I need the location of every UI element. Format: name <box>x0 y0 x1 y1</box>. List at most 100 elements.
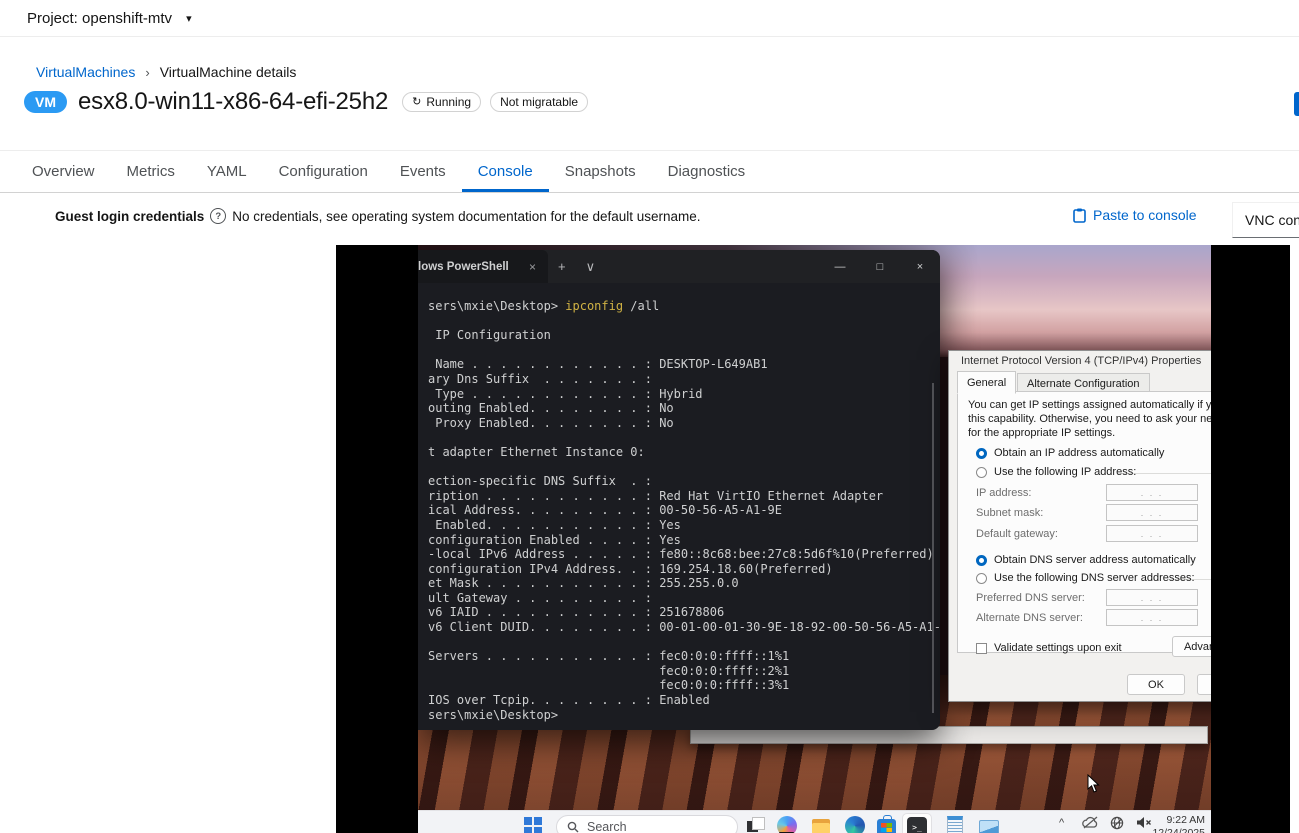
terminal-taskbar-button-active[interactable]: >_ <box>902 813 932 833</box>
minimize-button[interactable]: — <box>820 250 860 283</box>
breadcrumb: VirtualMachines › VirtualMachine details <box>36 64 296 80</box>
validate-settings-checkbox[interactable]: Validate settings upon exit <box>976 642 1122 654</box>
taskbar-search-box[interactable]: Search <box>556 815 738 833</box>
terminal-scrollbar[interactable] <box>932 383 934 713</box>
terminal-titlebar[interactable]: lows PowerShell × + ∨ — □ × <box>418 250 940 283</box>
default-gateway-input[interactable]: . . . <box>1106 525 1198 542</box>
console-type-value: VNC console <box>1245 212 1299 228</box>
tab-yaml[interactable]: YAML <box>191 151 263 192</box>
task-view-button[interactable] <box>744 815 766 833</box>
vm-details-page: Project: openshift-mtv ▾ VirtualMachines… <box>0 0 1299 833</box>
vm-screen[interactable]: lows PowerShell × + ∨ — □ × sers\mxie\De… <box>418 245 1211 833</box>
tab-close-icon[interactable]: × <box>525 260 540 274</box>
ip-address-label: IP address: <box>976 487 1032 499</box>
mouse-cursor <box>1087 773 1100 799</box>
tab-diagnostics[interactable]: Diagnostics <box>652 151 762 192</box>
radio-obtain-dns[interactable]: Obtain DNS server address automatically <box>976 554 1196 566</box>
start-button[interactable] <box>522 815 544 833</box>
maximize-button[interactable]: □ <box>860 250 900 283</box>
radio-obtain-ip[interactable]: Obtain an IP address automatically <box>976 447 1164 459</box>
copilot-icon: M365 <box>777 816 797 833</box>
volume-muted-icon[interactable] <box>1136 816 1152 833</box>
dialog-title: Internet Protocol Version 4 (TCP/IPv4) P… <box>961 355 1202 367</box>
checkbox-unchecked-icon <box>976 642 987 654</box>
task-view-icon <box>744 815 766 833</box>
tab-console[interactable]: Console <box>462 151 549 192</box>
chevron-down-icon: ▾ <box>186 12 192 25</box>
radio-use-ip[interactable]: Use the following IP address: <box>976 466 1136 478</box>
powershell-window[interactable]: lows PowerShell × + ∨ — □ × sers\mxie\De… <box>418 250 940 730</box>
file-explorer-icon <box>810 815 832 833</box>
vnc-console-canvas[interactable]: lows PowerShell × + ∨ — □ × sers\mxie\De… <box>336 245 1290 833</box>
onedrive-icon[interactable] <box>1082 816 1099 833</box>
notepad-button[interactable] <box>944 815 966 833</box>
breadcrumb-current: VirtualMachine details <box>159 64 297 80</box>
dialog-tab-general[interactable]: General <box>957 371 1017 394</box>
microsoft-store-icon <box>876 815 896 833</box>
tab-snapshots[interactable]: Snapshots <box>549 151 652 192</box>
network-globe-icon[interactable] <box>1110 816 1124 833</box>
subnet-mask-input[interactable]: . . . <box>1106 504 1198 521</box>
console-toolbar: Guest login credentials ? No credentials… <box>0 194 1299 244</box>
breadcrumb-link-virtualmachines[interactable]: VirtualMachines <box>36 64 135 80</box>
display-settings-icon <box>979 819 999 833</box>
guest-credentials-label: Guest login credentials <box>55 208 205 224</box>
terminal-body[interactable]: sers\mxie\Desktop> ipconfig /all IP Conf… <box>418 283 940 730</box>
console-type-select[interactable]: VNC console <box>1232 202 1299 238</box>
edge-button[interactable] <box>844 815 866 833</box>
tab-events[interactable]: Events <box>384 151 462 192</box>
notepad-icon <box>947 816 963 833</box>
radio-selected-icon <box>976 554 987 566</box>
radio-use-dns[interactable]: Use the following DNS server addresses: <box>976 572 1195 584</box>
new-tab-button[interactable]: + <box>548 250 576 283</box>
guest-credentials-message: No credentials, see operating system doc… <box>232 208 701 224</box>
taskbar-clock[interactable]: 9:22 AM 12/24/2025 <box>1152 814 1205 833</box>
tab-configuration[interactable]: Configuration <box>263 151 384 192</box>
paste-to-console-button[interactable]: Paste to console <box>1073 207 1197 223</box>
breadcrumb-chevron-icon: › <box>145 64 150 80</box>
alternate-dns-input[interactable]: . . . <box>1106 609 1198 626</box>
not-migratable-label: Not migratable <box>500 95 579 109</box>
title-row: VM esx8.0-win11-x86-64-efi-25h2 ↻ Runnin… <box>24 86 597 118</box>
not-migratable-badge[interactable]: Not migratable <box>490 92 589 112</box>
ok-button[interactable]: OK <box>1127 674 1185 695</box>
microsoft-store-button[interactable] <box>875 815 897 833</box>
sync-icon: ↻ <box>412 95 422 108</box>
advanced-button[interactable]: Advanced... <box>1172 636 1211 657</box>
terminal-tab-powershell[interactable]: lows PowerShell × <box>418 250 548 283</box>
default-gateway-label: Default gateway: <box>976 528 1058 540</box>
cancel-button[interactable]: Cancel <box>1197 674 1211 695</box>
radio-selected-icon <box>976 447 987 459</box>
edge-icon <box>845 816 865 833</box>
help-icon[interactable]: ? <box>210 208 227 224</box>
dialog-intro-text: You can get IP settings assigned automat… <box>968 399 1211 439</box>
close-button[interactable]: × <box>900 250 940 283</box>
status-badge-running[interactable]: ↻ Running <box>402 92 482 112</box>
radio-unselected-icon <box>976 466 987 478</box>
masthead: Project: openshift-mtv ▾ <box>0 0 1299 37</box>
paste-icon <box>1073 208 1086 223</box>
paste-to-console-label: Paste to console <box>1093 207 1197 223</box>
terminal-prompt-line: sers\mxie\Desktop> ipconfig /all <box>428 299 660 313</box>
ip-address-input[interactable]: . . . <box>1106 484 1198 501</box>
tab-metrics[interactable]: Metrics <box>111 151 191 192</box>
actions-button-cut[interactable] <box>1294 92 1299 116</box>
tab-dropdown-icon[interactable]: ∨ <box>576 250 606 283</box>
subnet-mask-label: Subnet mask: <box>976 507 1044 519</box>
dialog-tab-page: You can get IP settings assigned automat… <box>957 391 1211 657</box>
tab-overview[interactable]: Overview <box>16 151 111 192</box>
copilot-button[interactable]: M365 <box>776 815 798 833</box>
project-selector[interactable]: Project: openshift-mtv ▾ <box>27 10 192 27</box>
tray-chevron-icon[interactable]: ^ <box>1059 817 1064 829</box>
terminal-tab-title: lows PowerShell <box>418 260 509 273</box>
search-icon <box>567 821 579 833</box>
ipv4-properties-dialog[interactable]: Internet Protocol Version 4 (TCP/IPv4) P… <box>948 350 1211 702</box>
clock-date: 12/24/2025 <box>1152 827 1205 833</box>
display-settings-button[interactable] <box>978 815 1000 833</box>
file-explorer-button[interactable] <box>810 815 832 833</box>
windows-taskbar[interactable]: Search M365 <box>418 810 1211 833</box>
tab-bar: Overview Metrics YAML Configuration Even… <box>0 150 1299 193</box>
preferred-dns-input[interactable]: . . . <box>1106 589 1198 606</box>
terminal-output: IP Configuration Name . . . . . . . . . … <box>428 328 940 722</box>
page-title: esx8.0-win11-x86-64-efi-25h2 <box>78 88 389 115</box>
